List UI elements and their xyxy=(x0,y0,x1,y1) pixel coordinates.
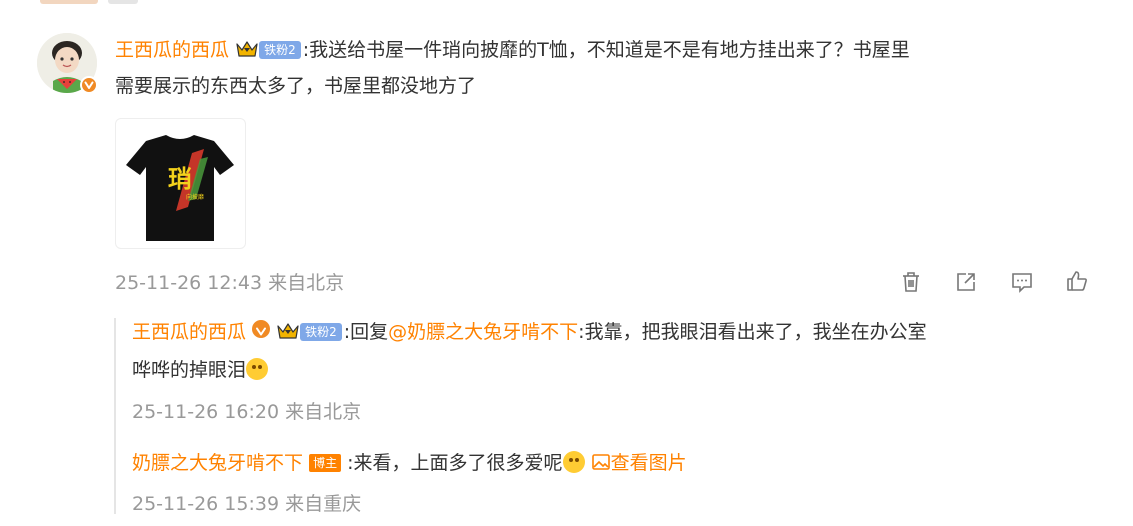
comment-text: :我送给书屋一件琑向披靡的T恤，不知道是不是有地方挂出来了？书屋里 xyxy=(302,39,910,61)
reply-prefix: :回复 xyxy=(343,321,389,343)
trash-icon[interactable] xyxy=(898,269,924,295)
fan-badge[interactable]: 铁粉2 xyxy=(300,323,342,341)
comment-image[interactable]: 琑 向披靡 xyxy=(115,118,246,249)
reply-text-continued: 哗哗的掉眼泪 xyxy=(132,359,247,381)
like-icon[interactable] xyxy=(1064,268,1090,294)
shirt-subtext: 向披靡 xyxy=(186,193,204,201)
shirt-print: 琑 xyxy=(168,165,192,193)
reply-1-line-1: 王西瓜的西瓜 铁粉2:回复@奶膘之大兔牙啃不下:我靠，把我眼泪看出来了，我坐在办… xyxy=(132,318,927,346)
mention-link[interactable]: @奶膘之大兔牙啃不下 xyxy=(388,321,578,343)
view-image-link[interactable]: 查看图片 xyxy=(591,452,687,474)
comment-timestamp: 25-11-26 12:43 来自北京 xyxy=(115,272,345,294)
reply-username[interactable]: 王西瓜的西瓜 xyxy=(132,321,246,343)
host-badge: 博主 xyxy=(309,454,342,472)
reply-2-line: 奶膘之大兔牙啃不下 博主 :来看，上面多了很多爱呢 查看图片 xyxy=(132,449,687,477)
reply-1-line-2: 哗哗的掉眼泪 xyxy=(132,356,269,384)
reply-text: :我靠，把我眼泪看出来了，我坐在办公室 xyxy=(578,321,927,343)
fan-badge[interactable]: 铁粉2 xyxy=(259,41,301,59)
verified-icon xyxy=(80,76,98,94)
reply-timestamp: 25-11-26 15:39 来自重庆 xyxy=(132,493,362,515)
view-image-label: 查看图片 xyxy=(610,452,687,474)
share-icon[interactable] xyxy=(953,269,979,295)
reply-timestamp: 25-11-26 16:20 来自北京 xyxy=(132,401,362,423)
reply-text: :来看，上面多了很多爱呢 xyxy=(347,452,563,474)
reply-thread-divider xyxy=(114,318,116,514)
crying-emoji-icon xyxy=(246,358,269,380)
reply-username[interactable]: 奶膘之大兔牙啃不下 xyxy=(132,452,303,474)
comment-icon[interactable] xyxy=(1009,269,1035,295)
comment-line-1: 王西瓜的西瓜 铁粉2:我送给书屋一件琑向披靡的T恤，不知道是不是有地方挂出来了？… xyxy=(115,36,910,64)
image-icon xyxy=(591,454,610,470)
comment-username[interactable]: 王西瓜的西瓜 xyxy=(115,39,229,61)
previous-comment-fragment xyxy=(40,0,240,6)
comment-line-2: 需要展示的东西太多了，书屋里都没地方了 xyxy=(115,75,477,97)
surprised-emoji-icon xyxy=(562,451,585,473)
crown-icon xyxy=(235,39,259,59)
crown-icon xyxy=(276,321,300,341)
verified-icon xyxy=(252,320,271,338)
